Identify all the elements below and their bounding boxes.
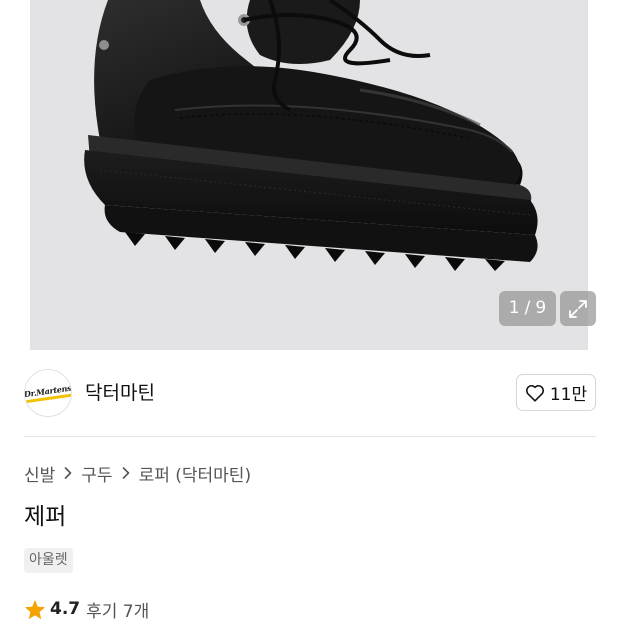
- heart-outline-icon: [525, 384, 544, 402]
- product-detail-page: 1/9 Dr.Martens 닥터마틴 11만 신발 구두 로퍼 (닥터마틴) …: [0, 0, 620, 620]
- outlet-tag-badge: 아울렛: [24, 548, 73, 573]
- breadcrumb: 신발 구두 로퍼 (닥터마틴): [24, 460, 251, 486]
- breadcrumb-item-shoes[interactable]: 신발: [24, 461, 55, 486]
- image-counter-separator: /: [524, 298, 531, 318]
- product-title: 제퍼: [24, 504, 67, 530]
- expand-image-button[interactable]: [560, 291, 596, 326]
- rating-value: 4.7: [50, 599, 81, 619]
- like-count: 11만: [549, 385, 588, 405]
- chevron-right-icon: [122, 467, 130, 479]
- star-icon: [24, 599, 46, 619]
- chevron-right-icon: [64, 467, 72, 479]
- breadcrumb-item-dress-shoes[interactable]: 구두: [81, 461, 112, 486]
- breadcrumb-item-loafers[interactable]: 로퍼 (닥터마틴): [139, 461, 252, 486]
- review-count-link[interactable]: 후기 7개: [86, 597, 149, 620]
- product-image-gallery[interactable]: 1/9: [0, 0, 620, 350]
- brand-logo[interactable]: Dr.Martens: [24, 369, 72, 417]
- section-divider: [24, 436, 596, 437]
- like-button[interactable]: 11만: [516, 374, 596, 411]
- expand-arrows-icon: [569, 299, 587, 318]
- brand-row: Dr.Martens 닥터마틴 11만: [24, 369, 596, 417]
- image-counter: 1/9: [499, 291, 556, 326]
- image-counter-total: 9: [535, 298, 547, 318]
- brand-name[interactable]: 닥터마틴: [85, 369, 155, 417]
- image-counter-current: 1: [508, 298, 520, 318]
- rating-row: 4.7 후기 7개: [24, 596, 149, 620]
